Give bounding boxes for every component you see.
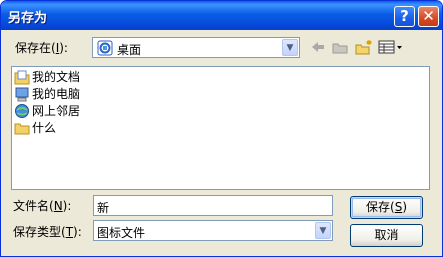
view-menu-icon bbox=[378, 40, 402, 54]
up-folder-button[interactable] bbox=[331, 38, 351, 56]
title-bar[interactable]: 另存为 ? ✕ bbox=[1, 1, 442, 30]
filename-label: 文件名(N): bbox=[13, 199, 72, 213]
list-item-label: 我的文档 bbox=[32, 70, 81, 84]
save-in-combobox[interactable]: 桌面 ▼ bbox=[92, 37, 300, 58]
network-places-icon bbox=[15, 103, 29, 118]
filetype-label: 保存类型(T): bbox=[13, 225, 82, 239]
list-item[interactable]: 什么 bbox=[14, 119, 56, 136]
new-folder-button[interactable] bbox=[354, 38, 374, 56]
new-folder-icon bbox=[355, 40, 372, 55]
up-folder-icon bbox=[332, 43, 348, 54]
view-menu-button[interactable] bbox=[378, 38, 404, 56]
save-as-dialog: 另存为 ? ✕ 保存在(I): 桌面 ▼ 我的文档 我的电脑 网上邻居 什么 文… bbox=[0, 0, 443, 257]
save-button[interactable]: 保存(S) bbox=[350, 196, 423, 219]
list-item[interactable]: 我的文档 bbox=[14, 68, 80, 85]
list-item-label: 网上邻居 bbox=[32, 104, 81, 118]
save-in-label: 保存在(I): bbox=[15, 41, 68, 55]
list-item-label: 什么 bbox=[32, 121, 57, 135]
file-list[interactable]: 我的文档 我的电脑 网上邻居 什么 bbox=[11, 66, 430, 190]
filename-input[interactable]: 新 bbox=[93, 195, 333, 216]
close-button[interactable]: ✕ bbox=[418, 6, 439, 27]
filetype-combobox[interactable]: 图标文件 ▼ bbox=[93, 220, 333, 241]
desktop-icon bbox=[97, 40, 113, 56]
help-button[interactable]: ? bbox=[394, 6, 415, 27]
filename-value: 新 bbox=[97, 201, 110, 215]
back-button[interactable] bbox=[309, 38, 329, 56]
filetype-value: 图标文件 bbox=[97, 226, 146, 240]
save-in-dropdown-arrow[interactable]: ▼ bbox=[282, 39, 298, 56]
my-computer-icon bbox=[15, 87, 29, 101]
my-documents-icon bbox=[14, 70, 30, 84]
save-in-value: 桌面 bbox=[117, 43, 142, 57]
cancel-button[interactable]: 取消 bbox=[350, 224, 423, 247]
list-item[interactable]: 我的电脑 bbox=[14, 85, 80, 102]
back-arrow-icon bbox=[312, 42, 324, 52]
list-item-label: 我的电脑 bbox=[32, 87, 81, 101]
list-item[interactable]: 网上邻居 bbox=[14, 102, 80, 119]
folder-icon bbox=[14, 123, 30, 134]
window-title: 另存为 bbox=[8, 11, 48, 26]
filetype-dropdown-arrow[interactable]: ▼ bbox=[315, 222, 331, 239]
